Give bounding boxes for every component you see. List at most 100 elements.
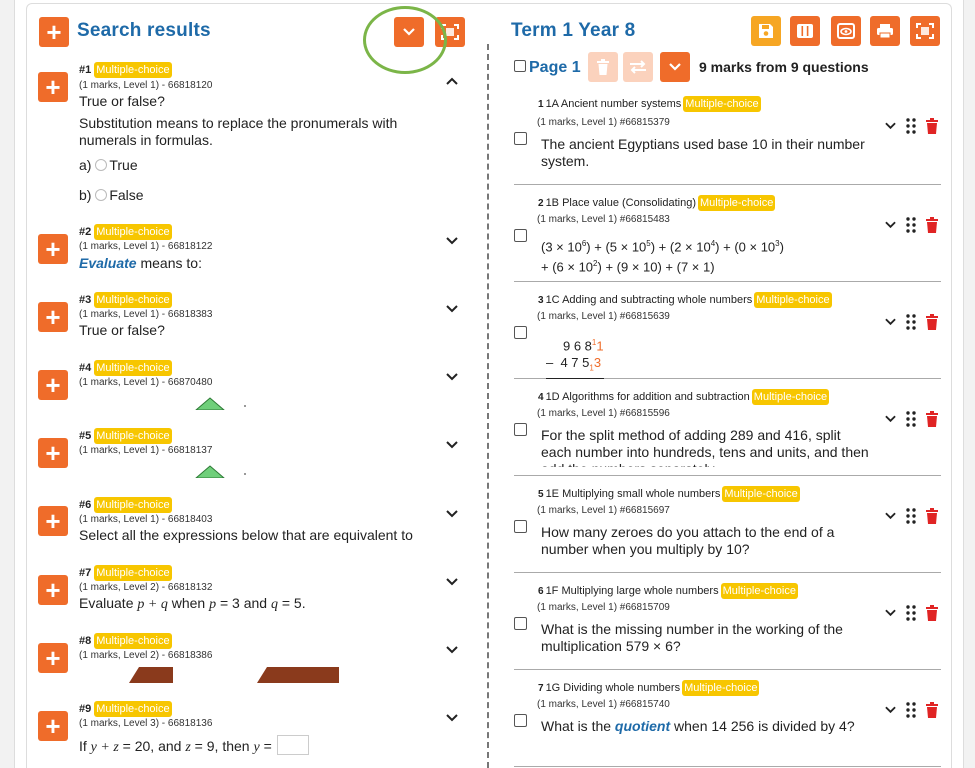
question-header: 7 1G Dividing whole numbers Multiple-choic… — [538, 680, 760, 696]
question-checkbox[interactable] — [514, 714, 527, 727]
trash-icon[interactable] — [926, 702, 938, 718]
chevron-down-icon[interactable] — [885, 609, 896, 617]
question-header: #7 Multiple-choice — [79, 565, 172, 581]
question-checkbox[interactable] — [514, 132, 527, 145]
add-question-button[interactable]: + — [38, 575, 68, 605]
question-text: numerals in formulas. — [79, 132, 213, 148]
question-text: What is the missing number in the workin… — [541, 621, 843, 654]
columns-icon — [797, 24, 813, 38]
chevron-down-icon[interactable] — [446, 441, 458, 449]
chevron-down-icon[interactable] — [446, 578, 458, 586]
question-number: #1 — [79, 64, 92, 76]
add-all-button[interactable]: + — [39, 17, 69, 47]
test-question-item: 2 1B Place value (Consolidating) Multiple-… — [514, 185, 941, 282]
question-text: Evaluate p + q when p = 3 and q = 5. — [79, 595, 306, 612]
question-text: Select all the expressions below that ar… — [79, 527, 413, 543]
question-text: For the split method of adding 289 and 4… — [541, 427, 869, 467]
trash-icon[interactable] — [926, 118, 938, 134]
save-button[interactable] — [751, 16, 781, 46]
chevron-down-icon[interactable] — [446, 646, 458, 654]
add-question-button[interactable]: + — [38, 506, 68, 536]
option-text: True — [109, 157, 138, 173]
plus-icon: + — [46, 17, 62, 47]
question-text: How many zeroes do you attach to the end… — [541, 524, 835, 557]
drag-handle-icon[interactable] — [906, 217, 916, 233]
page-label[interactable]: Page 1 — [529, 59, 581, 77]
add-question-button[interactable]: + — [38, 438, 68, 468]
test-question-item: 5 1E Multiplying small whole numbers Multi… — [514, 476, 941, 573]
chevron-down-icon[interactable] — [446, 373, 458, 381]
columns-button[interactable] — [790, 16, 820, 46]
fullscreen-right-button[interactable] — [910, 16, 940, 46]
trash-icon[interactable] — [926, 411, 938, 427]
option-a[interactable]: a) True — [79, 157, 138, 174]
chevron-down-icon[interactable] — [885, 122, 896, 130]
add-question-button[interactable]: + — [38, 643, 68, 673]
question-actions — [885, 118, 938, 134]
trash-icon[interactable] — [926, 314, 938, 330]
drag-handle-icon[interactable] — [906, 605, 916, 621]
question-checkbox[interactable] — [514, 229, 527, 242]
chevron-down-icon[interactable] — [885, 706, 896, 714]
question-text: True or false? — [79, 93, 165, 109]
chevron-down-icon[interactable] — [885, 415, 896, 423]
question-text: True or false? — [79, 322, 165, 338]
question-actions — [885, 411, 938, 427]
question-meta: (1 marks, Level 1) #66815709 — [537, 602, 670, 613]
question-checkbox[interactable] — [514, 326, 527, 339]
chevron-down-icon[interactable] — [885, 221, 896, 229]
add-question-button[interactable]: + — [38, 234, 68, 264]
shape-diagram-preview — [195, 397, 246, 410]
plus-icon: + — [45, 234, 61, 264]
chevron-down-icon[interactable] — [446, 510, 458, 518]
drag-handle-icon[interactable] — [906, 314, 916, 330]
plus-icon: + — [45, 370, 61, 400]
swap-button[interactable] — [623, 52, 653, 82]
delete-page-button[interactable] — [588, 52, 618, 82]
add-question-button[interactable]: + — [38, 302, 68, 332]
trash-icon[interactable] — [926, 217, 938, 233]
chevron-up-icon[interactable] — [446, 77, 458, 85]
add-question-button[interactable]: + — [38, 711, 68, 741]
chevron-down-icon[interactable] — [885, 318, 896, 326]
drag-handle-icon[interactable] — [906, 702, 916, 718]
select-page-checkbox[interactable] — [514, 60, 526, 72]
radio-button[interactable] — [95, 189, 108, 201]
radio-button[interactable] — [95, 159, 108, 171]
add-question-button[interactable]: + — [38, 72, 68, 102]
question-number: #5 — [79, 430, 92, 442]
result-item: + #1 Multiple-choice (1 marks, Level 1) -… — [26, 60, 466, 230]
type-badge: Multiple-choice — [94, 292, 172, 308]
question-text: Substitution means to replace the pronum… — [79, 115, 398, 131]
answer-input[interactable] — [277, 735, 309, 755]
topic-label: 1C Adding and subtracting whole numbers — [545, 294, 753, 306]
add-question-button[interactable]: + — [38, 370, 68, 400]
question-number: #2 — [79, 226, 92, 238]
drag-handle-icon[interactable] — [906, 508, 916, 524]
preview-button[interactable] — [831, 16, 861, 46]
print-button[interactable] — [870, 16, 900, 46]
result-item: + #2 Multiple-choice (1 marks, Level 1) -… — [26, 222, 466, 282]
trash-icon[interactable] — [926, 508, 938, 524]
chevron-down-icon[interactable] — [885, 512, 896, 520]
option-b[interactable]: b) False — [79, 187, 144, 204]
chevron-down-icon[interactable] — [446, 237, 458, 245]
type-badge: Multiple-choice — [94, 428, 172, 444]
plus-icon: + — [45, 72, 61, 102]
test-question-item: 7 1G Dividing whole numbers Multiple-choic… — [514, 670, 941, 767]
page-expand-button[interactable] — [660, 52, 690, 82]
question-meta: (1 marks, Level 2) - 66818132 — [79, 582, 213, 593]
plus-icon: + — [45, 643, 61, 673]
trash-icon[interactable] — [926, 605, 938, 621]
question-checkbox[interactable] — [514, 520, 527, 533]
chevron-down-icon[interactable] — [446, 305, 458, 313]
question-actions — [885, 508, 938, 524]
question-actions — [885, 702, 938, 718]
fullscreen-icon — [916, 23, 934, 39]
question-checkbox[interactable] — [514, 617, 527, 630]
chevron-down-icon[interactable] — [446, 714, 458, 722]
shape-diagram-preview — [195, 465, 246, 478]
drag-handle-icon[interactable] — [906, 118, 916, 134]
question-checkbox[interactable] — [514, 423, 527, 436]
drag-handle-icon[interactable] — [906, 411, 916, 427]
